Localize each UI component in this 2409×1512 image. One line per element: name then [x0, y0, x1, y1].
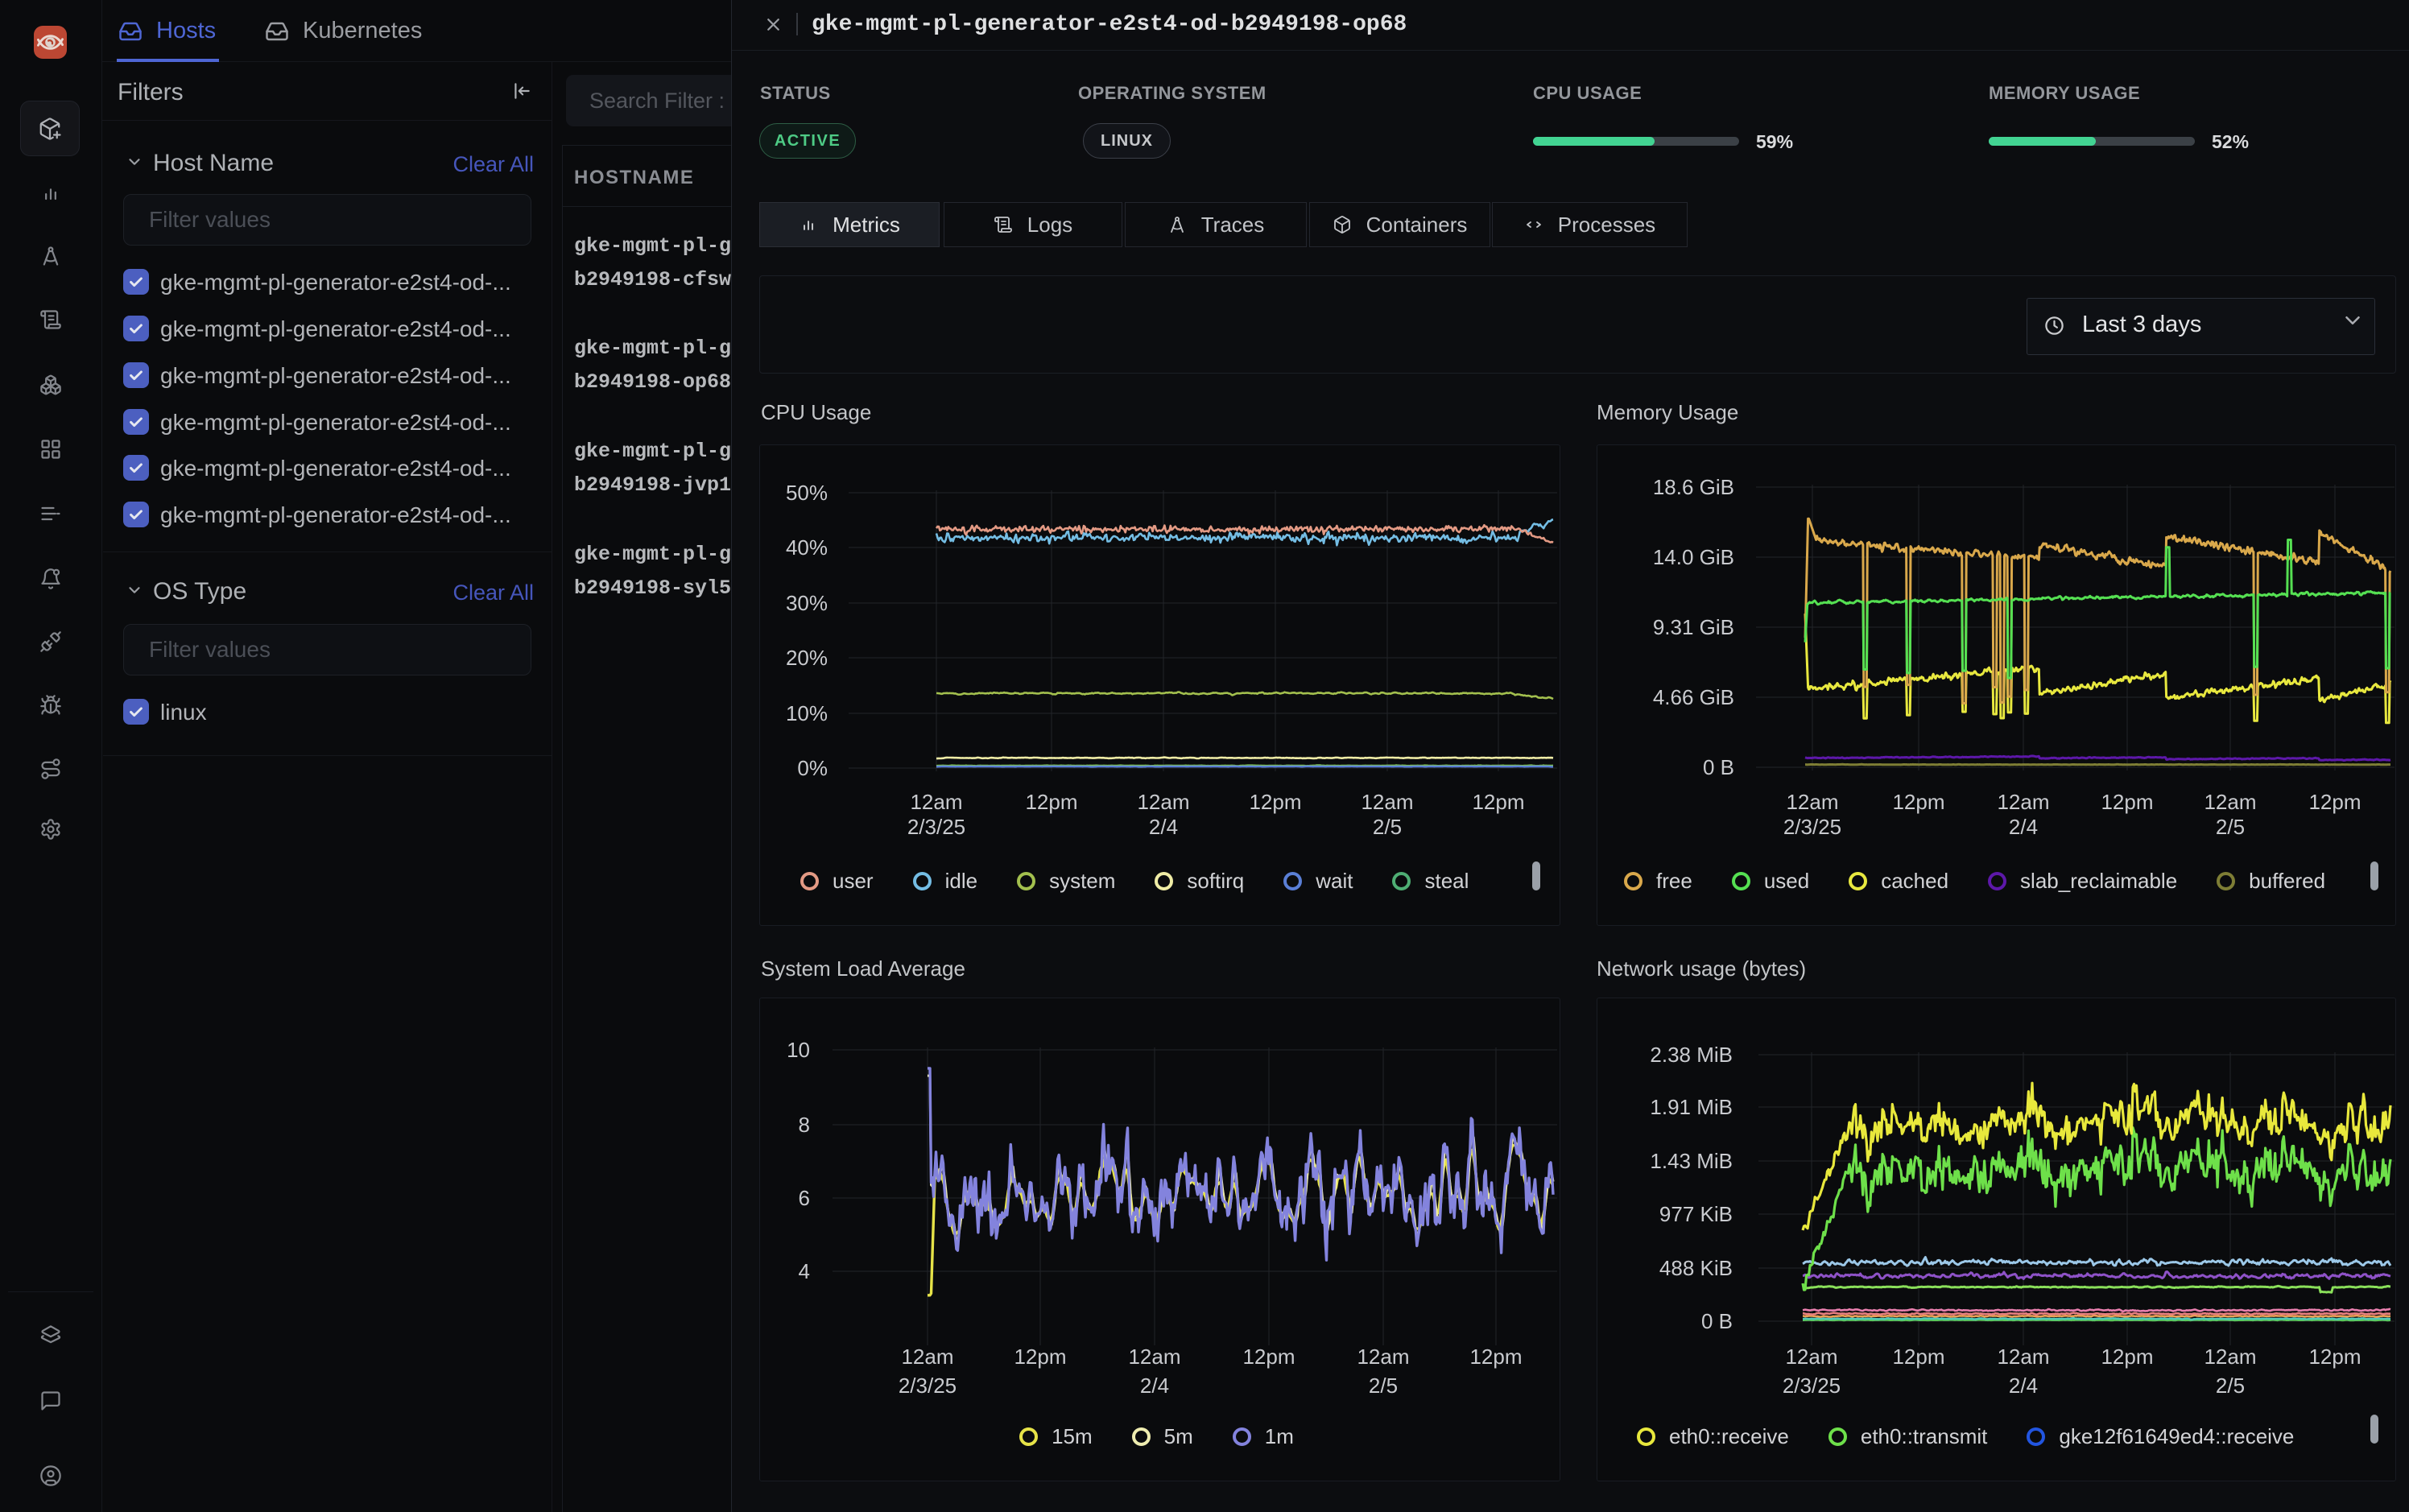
svg-text:2/5: 2/5 — [1373, 815, 1402, 839]
svg-text:40%: 40% — [786, 535, 828, 560]
svg-text:977 KiB: 977 KiB — [1659, 1202, 1733, 1226]
svg-text:2/3/25: 2/3/25 — [899, 1374, 957, 1398]
svg-text:6: 6 — [799, 1186, 810, 1210]
svg-text:10%: 10% — [786, 701, 828, 725]
svg-text:30%: 30% — [786, 591, 828, 615]
svg-text:12pm: 12pm — [1014, 1345, 1066, 1369]
svg-text:488 KiB: 488 KiB — [1659, 1256, 1733, 1280]
svg-text:12am: 12am — [1785, 1345, 1837, 1369]
svg-text:12pm: 12pm — [1025, 790, 1077, 814]
svg-text:12pm: 12pm — [1892, 790, 1944, 814]
svg-text:2.38 MiB: 2.38 MiB — [1650, 1043, 1733, 1067]
svg-text:12am: 12am — [1786, 790, 1838, 814]
svg-text:8: 8 — [799, 1113, 810, 1137]
svg-text:12pm: 12pm — [1249, 790, 1301, 814]
svg-text:12am: 12am — [901, 1345, 953, 1369]
svg-text:4.66 GiB: 4.66 GiB — [1653, 685, 1734, 709]
svg-text:2/5: 2/5 — [2216, 1374, 2245, 1398]
svg-text:2/4: 2/4 — [1149, 815, 1178, 839]
svg-text:12pm: 12pm — [1469, 1345, 1522, 1369]
svg-text:2/4: 2/4 — [2009, 815, 2038, 839]
svg-text:12am: 12am — [2204, 790, 2256, 814]
svg-text:2/4: 2/4 — [1140, 1374, 1169, 1398]
svg-text:12pm: 12pm — [2101, 790, 2153, 814]
svg-text:12pm: 12pm — [1242, 1345, 1295, 1369]
svg-text:2/3/25: 2/3/25 — [1783, 815, 1841, 839]
svg-text:12am: 12am — [1357, 1345, 1409, 1369]
svg-text:12am: 12am — [1361, 790, 1413, 814]
svg-text:0 B: 0 B — [1701, 1309, 1733, 1333]
svg-text:9.31 GiB: 9.31 GiB — [1653, 615, 1734, 639]
svg-text:2/3/25: 2/3/25 — [907, 815, 965, 839]
svg-text:12am: 12am — [910, 790, 962, 814]
svg-text:12pm: 12pm — [1892, 1345, 1944, 1369]
svg-text:10: 10 — [787, 1038, 810, 1062]
svg-text:14.0 GiB: 14.0 GiB — [1653, 545, 1734, 569]
svg-text:0%: 0% — [797, 756, 828, 780]
svg-text:50%: 50% — [786, 481, 828, 505]
svg-text:12pm: 12pm — [1472, 790, 1524, 814]
svg-text:12am: 12am — [1997, 1345, 2049, 1369]
svg-text:12pm: 12pm — [2101, 1345, 2153, 1369]
svg-text:2/3/25: 2/3/25 — [1783, 1374, 1841, 1398]
svg-text:0 B: 0 B — [1703, 755, 1734, 779]
svg-text:12pm: 12pm — [2308, 1345, 2361, 1369]
svg-text:1.43 MiB: 1.43 MiB — [1650, 1149, 1733, 1173]
svg-text:20%: 20% — [786, 646, 828, 670]
svg-text:2/5: 2/5 — [1369, 1374, 1398, 1398]
svg-text:12am: 12am — [1137, 790, 1189, 814]
svg-text:2/5: 2/5 — [2216, 815, 2245, 839]
svg-text:12am: 12am — [2204, 1345, 2256, 1369]
svg-text:4: 4 — [799, 1259, 810, 1283]
svg-text:2/4: 2/4 — [2009, 1374, 2038, 1398]
svg-text:12pm: 12pm — [2308, 790, 2361, 814]
svg-text:1.91 MiB: 1.91 MiB — [1650, 1095, 1733, 1119]
svg-text:12am: 12am — [1997, 790, 2049, 814]
svg-text:18.6 GiB: 18.6 GiB — [1653, 475, 1734, 499]
svg-text:12am: 12am — [1128, 1345, 1180, 1369]
